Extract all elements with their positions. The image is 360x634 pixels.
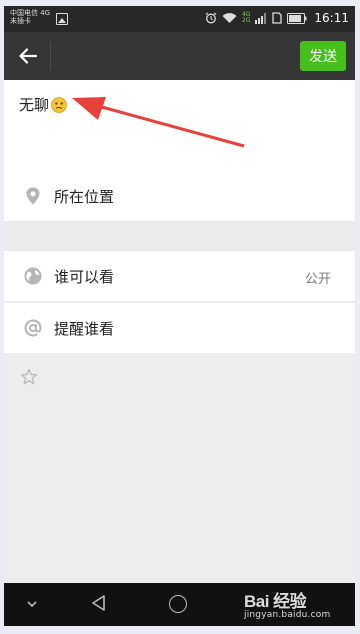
status-icons: 4G 2G 16:11 (205, 11, 349, 25)
star-icon[interactable] (20, 368, 38, 386)
toolbar-divider (50, 42, 51, 70)
sim-status: 未插卡 (10, 17, 31, 25)
visibility-label: 谁可以看 (54, 268, 115, 286)
status-bar: 中国电信 4G 未插卡 4G 2G 16:11 (4, 6, 355, 32)
globe-icon (24, 267, 42, 285)
baidu-jingyan-watermark: Bai 经验 jingyan.baidu.com (244, 587, 330, 620)
network-type: 4G 2G (241, 11, 251, 24)
post-text: 无聊 (19, 96, 50, 114)
phone-screen: 中国电信 4G 未插卡 4G 2G 16:11 发送 无聊 所在位置 谁可以看 … (4, 6, 355, 626)
watermark-url: jingyan.baidu.com (244, 610, 331, 620)
battery-icon (287, 12, 307, 24)
nav-back-icon[interactable] (90, 594, 108, 612)
mention-row[interactable]: 提醒谁看 (4, 303, 355, 353)
section-spacer (4, 221, 355, 251)
annotation-arrow (72, 97, 245, 148)
post-text-input[interactable]: 无聊 (19, 94, 67, 115)
top-bar: 发送 (4, 32, 355, 80)
location-label: 所在位置 (54, 188, 115, 206)
hide-keyboard-icon[interactable] (26, 598, 38, 610)
wifi-icon (222, 13, 237, 23)
sim-card-icon (272, 12, 283, 24)
back-arrow-icon[interactable] (16, 44, 40, 68)
send-button[interactable]: 发送 (300, 41, 346, 71)
location-pin-icon (26, 187, 40, 205)
at-sign-icon (24, 319, 42, 337)
mention-label: 提醒谁看 (54, 320, 115, 338)
nav-home-icon[interactable] (169, 595, 187, 613)
signal-icon (255, 12, 267, 24)
visibility-row[interactable]: 谁可以看 公开 (4, 251, 355, 301)
clock: 16:11 (314, 11, 349, 25)
carrier-info: 中国电信 4G 未插卡 (10, 9, 50, 25)
gallery-notification-icon (56, 13, 68, 25)
carrier-name: 中国电信 4G (10, 9, 51, 17)
confused-face-emoji-icon (51, 96, 67, 113)
location-row[interactable]: 所在位置 (4, 171, 355, 221)
alarm-icon (205, 12, 217, 24)
watermark-brand: Bai 经验 (244, 592, 307, 611)
visibility-value: 公开 (304, 272, 331, 287)
